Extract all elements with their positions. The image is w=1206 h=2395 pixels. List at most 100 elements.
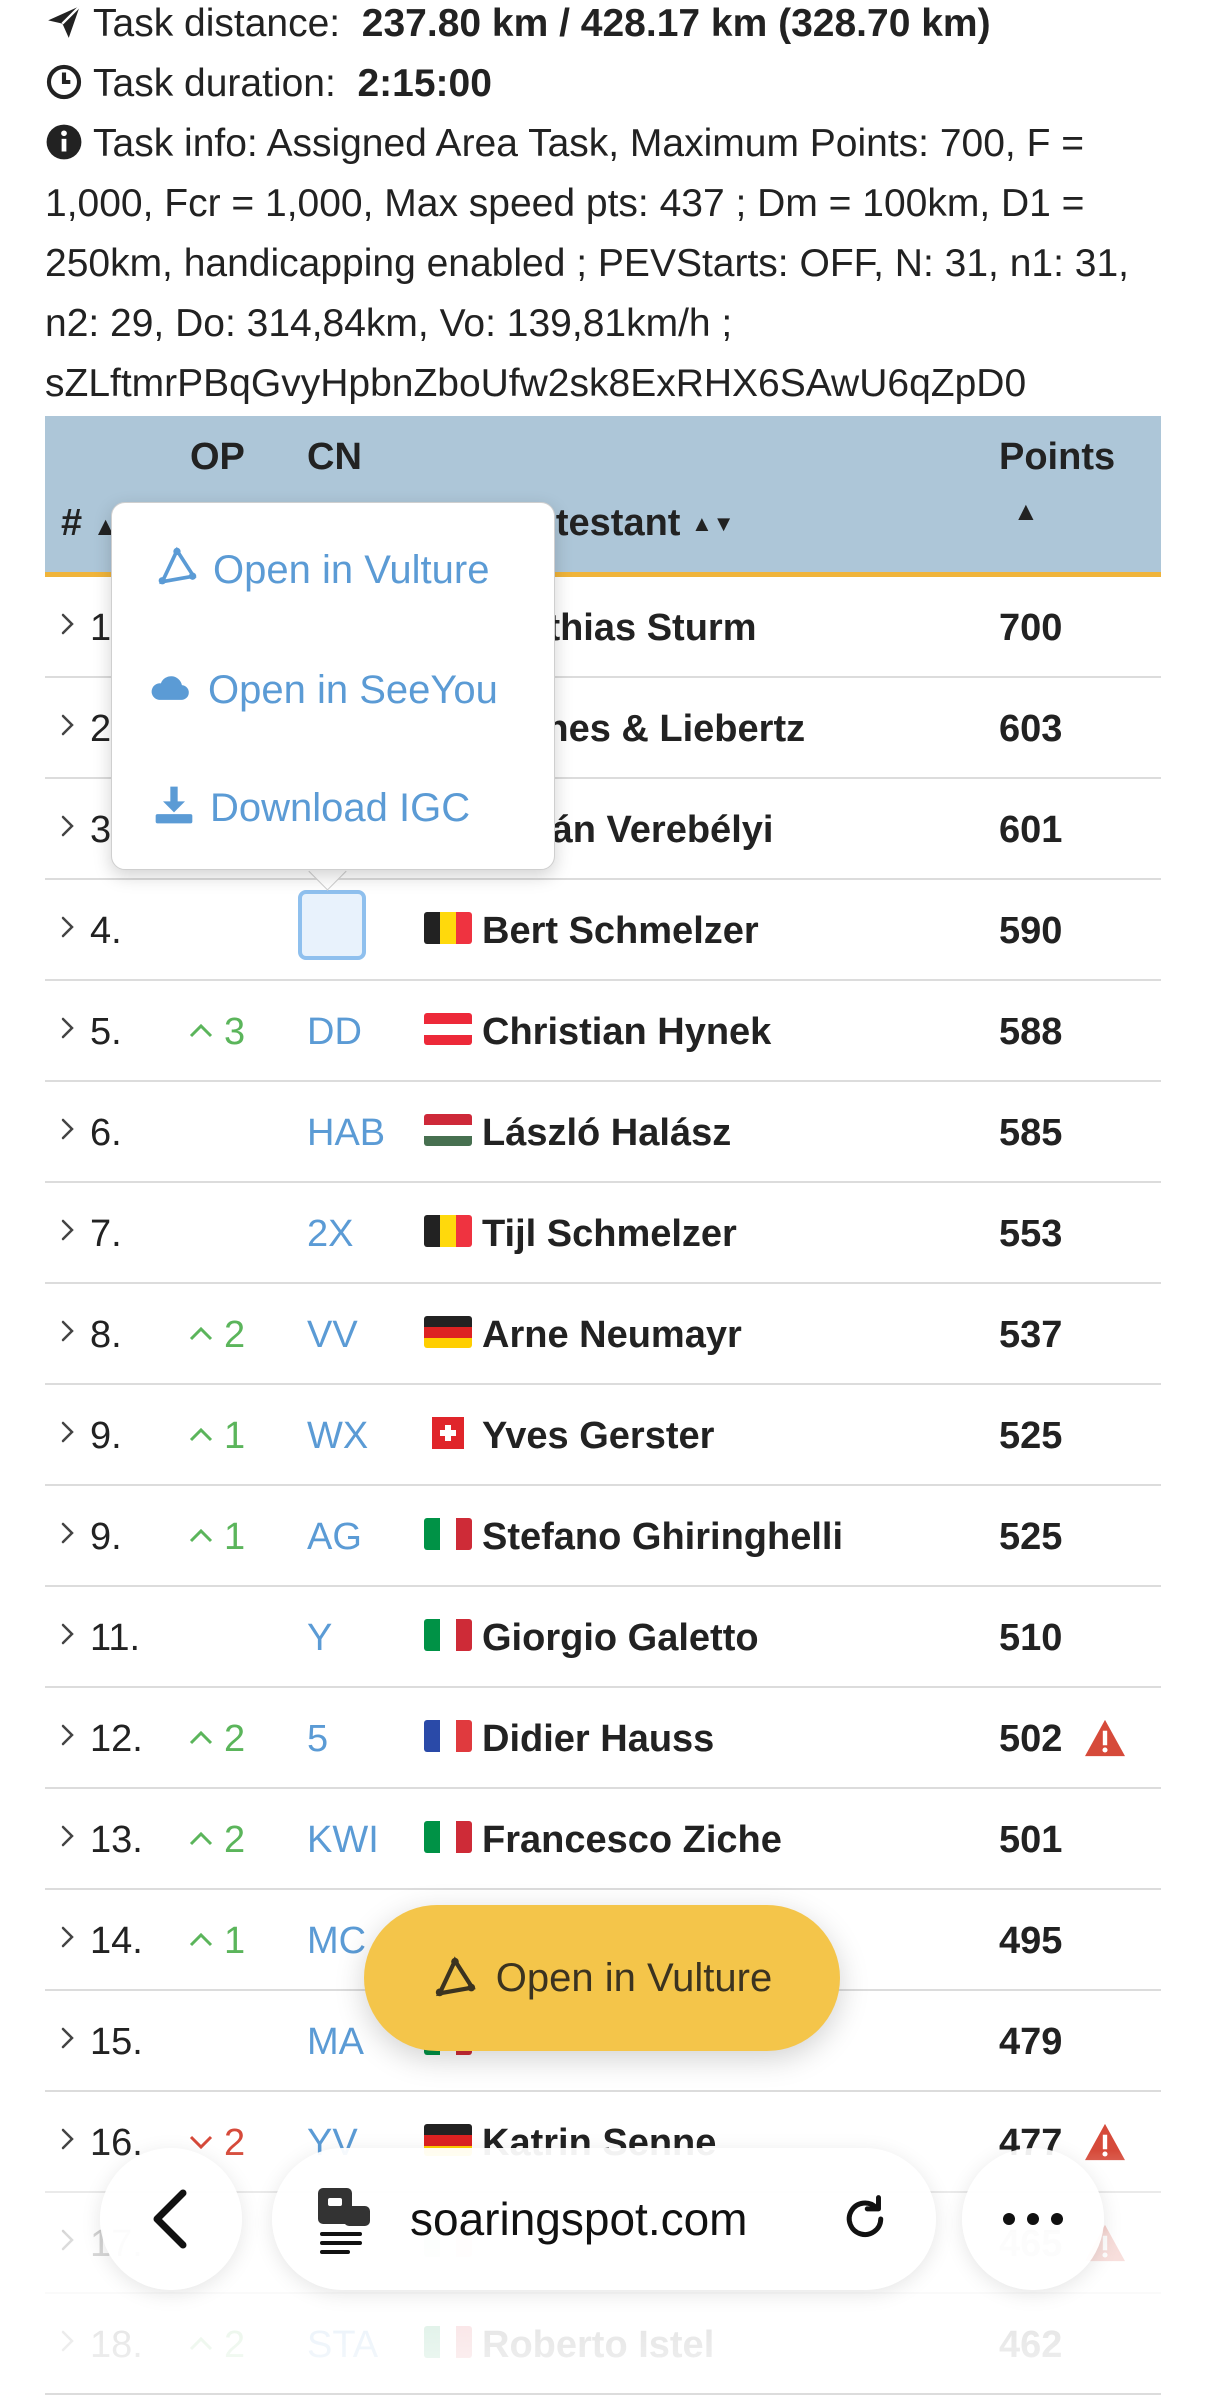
points-cell: 525 (999, 1415, 1063, 1457)
more-dots-icon (1003, 2213, 1063, 2225)
cn-link[interactable]: WX (307, 1415, 368, 1458)
points-header[interactable]: Points (999, 436, 1115, 479)
chevron-right-icon[interactable] (57, 1720, 79, 1750)
cn-link[interactable]: DD (307, 1011, 362, 1054)
op-change: 1 (188, 1920, 245, 1963)
arrow-down-icon (189, 2135, 213, 2150)
cn-link[interactable]: 2X (307, 1213, 353, 1256)
url-text: soaringspot.com (410, 2193, 748, 2245)
cn-link[interactable]: HAB (307, 1112, 385, 1155)
download-igc-item[interactable]: Download IGC (152, 783, 470, 831)
points-cell: 537 (999, 1314, 1063, 1356)
cn-link[interactable]: MA (307, 2021, 364, 2064)
arrow-up-icon (189, 1427, 213, 1442)
contestant-name[interactable]: Arne Neumayr (482, 1314, 742, 1357)
contestant-name[interactable]: Tijl Schmelzer (482, 1213, 737, 1256)
duration-value: 2:15:00 (357, 62, 492, 105)
table-row[interactable]: 5. 3 DD Christian Hynek 588 (45, 981, 1161, 1082)
chevron-right-icon[interactable] (57, 2023, 79, 2053)
chevron-right-icon[interactable] (57, 1013, 79, 1043)
contestant-name[interactable]: Giorgio Galetto (482, 1617, 759, 1660)
chevron-right-icon[interactable] (57, 1114, 79, 1144)
rank-cell: 6. (90, 1112, 122, 1154)
flag-icon (424, 1316, 472, 1348)
rank-cell: 9. (90, 1415, 122, 1457)
back-button[interactable] (100, 2148, 242, 2290)
rank-header[interactable]: # ▲ (61, 502, 118, 545)
sort-both-icon: ▲▼ (691, 511, 735, 536)
flag-icon (424, 1114, 472, 1146)
contestant-name[interactable]: László Halász (482, 1112, 731, 1155)
cn-link[interactable]: KWI (307, 1819, 379, 1862)
arrow-up-icon (189, 1730, 213, 1745)
table-row[interactable]: 7. 2X Tijl Schmelzer 553 (45, 1183, 1161, 1284)
flight-popup: Open in Vulture Open in SeeYou Download … (111, 502, 555, 870)
chevron-left-icon (153, 2189, 187, 2249)
table-row[interactable]: 4.21Bert Schmelzer590 (45, 880, 1161, 981)
open-vulture-fab[interactable]: Open in Vulture (364, 1905, 840, 2051)
open-vulture-item[interactable]: Open in Vulture (155, 545, 489, 593)
cn-header[interactable]: CN (307, 436, 362, 479)
vulture-icon (158, 546, 197, 585)
chevron-right-icon[interactable] (57, 912, 79, 942)
fab-label: Open in Vulture (495, 1955, 773, 2000)
points-cell: 479 (999, 2021, 1063, 2063)
table-row[interactable]: 13. 2 KWI Francesco Ziche 501 (45, 1789, 1161, 1890)
paper-plane-icon (48, 5, 81, 38)
chevron-right-icon[interactable] (57, 1417, 79, 1447)
flag-icon (424, 1013, 472, 1045)
flag-icon (424, 1821, 472, 1853)
duration-label: Task duration: (93, 62, 336, 105)
chevron-right-icon[interactable] (57, 811, 79, 841)
more-button[interactable] (962, 2148, 1104, 2290)
table-row[interactable]: 6. HAB László Halász 585 (45, 1082, 1161, 1183)
cn-link[interactable]: Y (307, 1617, 332, 1660)
cn-link[interactable]: AG (307, 1516, 362, 1559)
cn-link[interactable]: 5 (307, 1718, 328, 1761)
chevron-right-icon[interactable] (57, 1316, 79, 1346)
rank-cell: 5. (90, 1011, 122, 1053)
flag-icon (424, 1619, 472, 1651)
cn-link[interactable]: VV (307, 1314, 358, 1357)
points-cell: 501 (999, 1819, 1063, 1861)
contestant-name[interactable]: Bert Schmelzer (482, 910, 759, 953)
open-seeyou-item[interactable]: Open in SeeYou (146, 665, 498, 713)
rank-cell: 12. (90, 1718, 143, 1760)
contestant-name[interactable]: Christian Hynek (482, 1011, 771, 1054)
contestant-name[interactable]: Stefano Ghiringhelli (482, 1516, 843, 1559)
chevron-right-icon[interactable] (57, 710, 79, 740)
arrow-up-icon (189, 1831, 213, 1846)
points-cell: 590 (999, 910, 1063, 952)
chevron-right-icon[interactable] (57, 1821, 79, 1851)
points-cell: 525 (999, 1516, 1063, 1558)
chevron-right-icon[interactable] (57, 1922, 79, 1952)
op-change-value: 2 (224, 1819, 246, 1861)
table-row[interactable]: 11. Y Giorgio Galetto 510 (45, 1587, 1161, 1688)
site-settings-icon (318, 2188, 370, 2254)
download-icon (155, 786, 193, 824)
arrow-up-icon (189, 1326, 213, 1341)
chevron-right-icon[interactable] (57, 1619, 79, 1649)
points-cell: 510 (999, 1617, 1063, 1659)
chevron-right-icon[interactable] (57, 609, 79, 639)
flag-icon (424, 912, 472, 944)
table-row[interactable]: 8. 2 VV Arne Neumayr 537 (45, 1284, 1161, 1385)
contestant-name[interactable]: Francesco Ziche (482, 1819, 782, 1862)
table-row[interactable]: 9. 1 WX Yves Gerster 525 (45, 1385, 1161, 1486)
rank-cell: 9. (90, 1516, 122, 1558)
reload-icon[interactable] (838, 2192, 892, 2246)
sort-asc-icon: ▲ (1013, 496, 1039, 526)
chevron-right-icon[interactable] (57, 1215, 79, 1245)
cn-link[interactable]: MC (307, 1920, 366, 1963)
op-change: 1 (188, 1415, 245, 1458)
chevron-right-icon[interactable] (57, 1518, 79, 1548)
contestant-name[interactable]: Yves Gerster (482, 1415, 714, 1458)
warning-icon[interactable] (1083, 1718, 1127, 1758)
table-row[interactable]: 12. 2 5 Didier Hauss 502 (45, 1688, 1161, 1789)
table-row[interactable]: 9. 1 AG Stefano Ghiringhelli 525 (45, 1486, 1161, 1587)
address-bar[interactable]: soaringspot.com (272, 2148, 936, 2290)
points-cell: 588 (999, 1011, 1063, 1053)
contestant-name[interactable]: Didier Hauss (482, 1718, 714, 1761)
rank-cell: 13. (90, 1819, 143, 1861)
points-cell: 585 (999, 1112, 1063, 1154)
